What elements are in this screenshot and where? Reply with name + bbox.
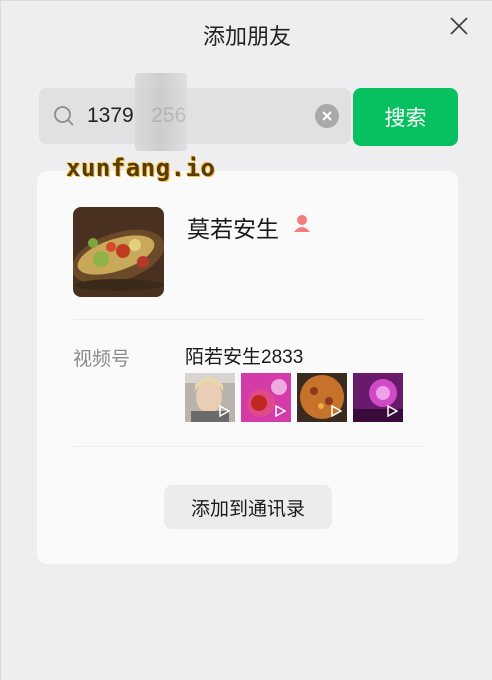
play-icon: [331, 405, 342, 417]
window-title: 添加朋友: [202, 24, 291, 49]
redaction-mosaic: [135, 73, 187, 151]
clear-search-icon[interactable]: [315, 104, 339, 128]
play-icon: [219, 405, 230, 417]
female-user-icon: [294, 215, 310, 232]
watermark-text: xunfang.io: [66, 154, 216, 182]
result-card: 莫若安生 视频号 陌若安生2833 添加到通讯录: [37, 171, 458, 564]
close-icon[interactable]: [448, 15, 470, 37]
contact-name: 莫若安生: [187, 216, 279, 242]
add-to-contacts-button[interactable]: 添加到通讯录: [164, 485, 332, 529]
channels-name[interactable]: 陌若安生2833: [185, 342, 303, 369]
divider: [73, 319, 425, 320]
avatar[interactable]: [73, 207, 164, 297]
video-thumbnail[interactable]: [241, 373, 291, 422]
channels-thumbnails: [185, 373, 403, 422]
search-button[interactable]: 搜索: [353, 88, 458, 146]
video-thumbnail[interactable]: [353, 373, 403, 422]
divider: [73, 446, 425, 447]
add-friend-window: 添加朋友 搜索 莫: [0, 0, 492, 680]
play-icon: [387, 405, 398, 417]
search-box[interactable]: [39, 88, 351, 144]
play-icon: [275, 405, 286, 417]
video-thumbnail[interactable]: [297, 373, 347, 422]
channels-label: 视频号: [73, 349, 131, 370]
search-input[interactable]: [87, 96, 297, 136]
search-icon: [54, 106, 74, 126]
video-thumbnail[interactable]: [185, 373, 235, 422]
